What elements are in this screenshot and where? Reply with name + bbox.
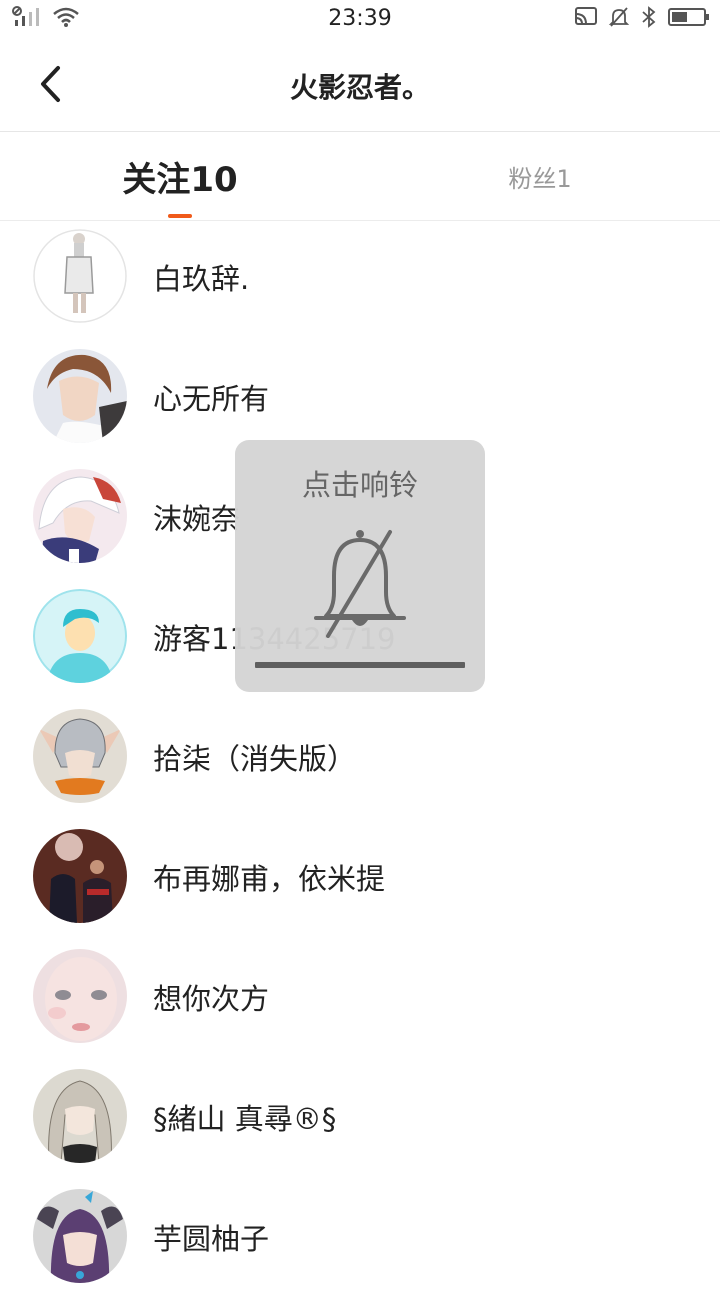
bell-off-icon — [310, 528, 410, 642]
user-row-9[interactable]: 芋圆柚子 — [0, 1181, 720, 1301]
avatar[interactable] — [33, 949, 127, 1043]
battery-icon — [668, 6, 710, 32]
avatar[interactable] — [33, 1189, 127, 1283]
active-tab-indicator — [168, 214, 192, 218]
avatar[interactable] — [33, 349, 127, 443]
avatar[interactable] — [33, 469, 127, 563]
avatar[interactable] — [33, 829, 127, 923]
status-right — [574, 6, 710, 32]
ring-toast: 点击响铃 — [235, 440, 485, 692]
following-list: 白玖辞. 心无所有 沫婉奈 拾柒（消失版） 布再娜甫，依米提 想你次方 §緒山 … — [0, 221, 720, 1301]
toast-text: 点击响铃 — [301, 468, 418, 502]
status-bar: 23:39 — [0, 0, 720, 40]
tab-bar: 关注10 粉丝1 — [0, 132, 720, 221]
user-row-6[interactable]: 布再娜甫，依米提 — [0, 821, 720, 941]
avatar[interactable] — [33, 1069, 127, 1163]
user-name[interactable]: 布再娜甫，依米提 — [153, 856, 385, 898]
user-name[interactable]: 心无所有 — [153, 376, 269, 418]
user-row-1[interactable]: 白玖辞. — [0, 221, 720, 341]
user-name[interactable]: 芋圆柚子 — [153, 1216, 269, 1258]
tab-following[interactable]: 关注10 — [80, 132, 280, 220]
bluetooth-icon — [640, 6, 658, 32]
user-row-7[interactable]: 想你次方 — [0, 941, 720, 1061]
user-name[interactable]: 白玖辞. — [153, 256, 249, 298]
user-row-8[interactable]: §緒山 真尋®§ — [0, 1061, 720, 1181]
user-name[interactable]: 想你次方 — [153, 976, 269, 1018]
toast-volume-bar — [255, 662, 465, 668]
avatar[interactable] — [33, 229, 127, 323]
page-title: 火影忍者。 — [289, 71, 430, 104]
cast-icon — [574, 6, 598, 32]
bell-off-small-icon — [608, 6, 630, 32]
user-name[interactable]: §緒山 真尋®§ — [153, 1096, 336, 1138]
user-name[interactable]: 沫婉奈 — [153, 496, 240, 538]
tab-fans[interactable]: 粉丝1 — [440, 132, 640, 220]
user-row-5[interactable]: 拾柒（消失版） — [0, 701, 720, 821]
user-name[interactable]: 拾柒（消失版） — [153, 736, 356, 778]
avatar[interactable] — [33, 709, 127, 803]
avatar[interactable] — [33, 589, 127, 683]
top-nav-bar: 火影忍者。 — [0, 40, 720, 132]
